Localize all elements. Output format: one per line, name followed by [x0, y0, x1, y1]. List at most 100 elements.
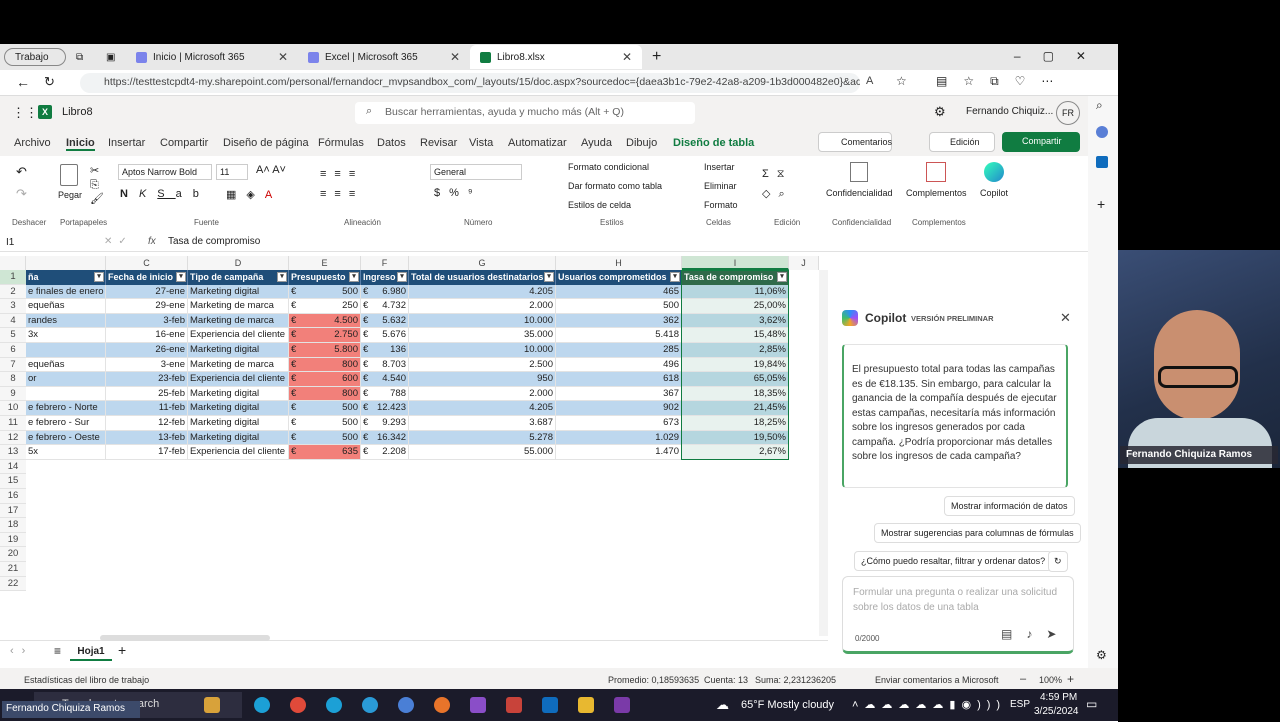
zoom-out-button[interactable]: –: [1020, 673, 1026, 685]
table-cell[interactable]: €: [361, 328, 373, 343]
table-cell[interactable]: [26, 386, 106, 402]
table-header-cell[interactable]: Tasa de compromiso ▾: [682, 270, 789, 285]
row-header[interactable]: 2: [0, 284, 26, 300]
row-header[interactable]: 17: [0, 503, 26, 519]
table-cell[interactable]: €: [289, 386, 303, 402]
table-cell[interactable]: €: [289, 445, 303, 460]
favorite-icon[interactable]: ☆: [896, 74, 907, 88]
table-cell[interactable]: 3,62%: [682, 313, 789, 329]
table-cell[interactable]: 29-ene: [106, 299, 188, 314]
close-icon[interactable]: ✕: [278, 50, 288, 64]
table-cell[interactable]: €: [361, 386, 373, 402]
table-cell[interactable]: 5.632: [373, 313, 409, 329]
table-cell[interactable]: 16-ene: [106, 328, 188, 343]
row-header[interactable]: 22: [0, 576, 26, 592]
row-header[interactable]: 16: [0, 489, 26, 504]
row-header[interactable]: 15: [0, 474, 26, 489]
onenote-icon[interactable]: [614, 697, 630, 713]
comments-button[interactable]: Comentarios: [818, 132, 892, 152]
column-header-e[interactable]: E: [289, 256, 361, 270]
row-header[interactable]: 6: [0, 343, 26, 358]
clock-time[interactable]: 4:59 PM: [1040, 692, 1077, 703]
table-cell[interactable]: 2,85%: [682, 343, 789, 358]
column-header-j[interactable]: J: [789, 256, 819, 270]
table-cell[interactable]: 500: [303, 284, 361, 300]
table-cell[interactable]: 250: [303, 299, 361, 314]
table-cell[interactable]: 18,25%: [682, 416, 789, 431]
app-launcher-icon[interactable]: ⋮⋮: [12, 105, 38, 121]
table-header-cell[interactable]: Total de usuarios destinatarios ▾: [409, 270, 556, 285]
table-cell[interactable]: equeñas: [26, 357, 106, 373]
addins-icon[interactable]: [926, 162, 946, 182]
tab-archivo[interactable]: Archivo: [14, 137, 51, 149]
row-header[interactable]: 21: [0, 562, 26, 577]
table-cell[interactable]: 13-feb: [106, 430, 188, 446]
profile-button[interactable]: Trabajo: [4, 48, 66, 66]
table-cell[interactable]: 500: [303, 401, 361, 416]
search-input[interactable]: Buscar herramientas, ayuda y mucho más (…: [355, 102, 695, 124]
table-cell[interactable]: 5.418: [556, 328, 682, 343]
zoom-in-button[interactable]: +: [1067, 672, 1074, 686]
table-header-cell[interactable]: Usuarios comprometidos ▾: [556, 270, 682, 285]
table-cell[interactable]: €: [289, 313, 303, 329]
table-cell[interactable]: 65,05%: [682, 372, 789, 387]
tab-diseno-pagina[interactable]: Diseño de página: [223, 137, 309, 149]
user-name[interactable]: Fernando Chiquiz...: [966, 106, 1053, 117]
tab-formulas[interactable]: Fórmulas: [318, 137, 364, 149]
suggestion-chip-highlight[interactable]: ¿Cómo puedo resaltar, filtrar y ordenar …: [854, 551, 1053, 571]
font-grow-shrink-icons[interactable]: A˄ A˅: [256, 164, 286, 176]
table-cell[interactable]: €: [289, 343, 303, 358]
row-header[interactable]: 3: [0, 299, 26, 314]
table-cell[interactable]: 950: [409, 372, 556, 387]
table-cell[interactable]: 5.676: [373, 328, 409, 343]
table-cell[interactable]: Marketing digital: [188, 401, 289, 416]
table-cell[interactable]: Marketing digital: [188, 416, 289, 431]
table-cell[interactable]: 600: [303, 372, 361, 387]
tab-insertar[interactable]: Insertar: [108, 137, 145, 149]
table-cell[interactable]: 500: [303, 416, 361, 431]
prompt-action-icons[interactable]: ▤♪➤: [1001, 627, 1070, 642]
copilot-prompt-input[interactable]: Formular una pregunta o realizar una sol…: [842, 576, 1074, 654]
column-header-b[interactable]: [26, 256, 106, 270]
workbook-stats[interactable]: Estadísticas del libro de trabajo: [24, 675, 149, 685]
insert-cells-button[interactable]: Insertar: [704, 162, 735, 172]
filter-dropdown-icon[interactable]: ▾: [277, 272, 287, 282]
suggestion-chip-formulas[interactable]: Mostrar sugerencias para columnas de fór…: [874, 523, 1081, 543]
table-cell[interactable]: 800: [303, 386, 361, 402]
table-cell[interactable]: 11,06%: [682, 284, 789, 300]
table-cell[interactable]: 12.423: [373, 401, 409, 416]
table-cell[interactable]: €: [289, 284, 303, 300]
table-cell[interactable]: 15,48%: [682, 328, 789, 343]
table-cell[interactable]: €: [361, 372, 373, 387]
tab-ayuda[interactable]: Ayuda: [581, 137, 612, 149]
select-all-corner[interactable]: [0, 256, 26, 270]
all-sheets-icon[interactable]: ≡: [54, 644, 61, 658]
table-cell[interactable]: [26, 343, 106, 358]
refresh-icon[interactable]: ↻: [44, 74, 55, 90]
suggestion-chip-insights[interactable]: Mostrar información de datos: [944, 496, 1075, 516]
format-as-table-button[interactable]: Dar formato como tabla: [568, 181, 662, 191]
table-cell[interactable]: Marketing digital: [188, 284, 289, 300]
tab-compartir[interactable]: Compartir: [160, 137, 208, 149]
table-cell[interactable]: 3-ene: [106, 357, 188, 373]
name-box[interactable]: I1: [6, 237, 92, 248]
tab-inicio[interactable]: Inicio: [66, 137, 95, 151]
column-header-h[interactable]: H: [556, 256, 682, 270]
table-cell[interactable]: €: [361, 299, 373, 314]
tab-revisar[interactable]: Revisar: [420, 137, 457, 149]
table-cell[interactable]: €: [361, 313, 373, 329]
table-cell[interactable]: €: [289, 328, 303, 343]
sensitivity-icon[interactable]: [850, 162, 868, 182]
spreadsheet-grid[interactable]: C D E F G H I J 1 2 3 4 5 6 7 8 9 10 11 12 13 14 15 16 1…: [0, 256, 828, 636]
formula-input[interactable]: Tasa de compromiso: [168, 236, 260, 247]
weather-text[interactable]: 65°F Mostly cloudy: [741, 699, 834, 711]
table-cell[interactable]: 17-feb: [106, 445, 188, 460]
workspaces-icon[interactable]: ⧉: [66, 45, 96, 69]
sidebar-search-icon[interactable]: ⌕: [1096, 98, 1103, 113]
table-cell[interactable]: 902: [556, 401, 682, 416]
tab-inicio[interactable]: Inicio | Microsoft 365 ✕: [126, 45, 298, 69]
filter-dropdown-icon[interactable]: ▾: [397, 272, 407, 282]
tab-libro8[interactable]: Libro8.xlsx ✕: [470, 45, 642, 69]
table-cell[interactable]: Marketing de marca: [188, 313, 289, 329]
share-button[interactable]: Compartir: [1002, 132, 1080, 152]
